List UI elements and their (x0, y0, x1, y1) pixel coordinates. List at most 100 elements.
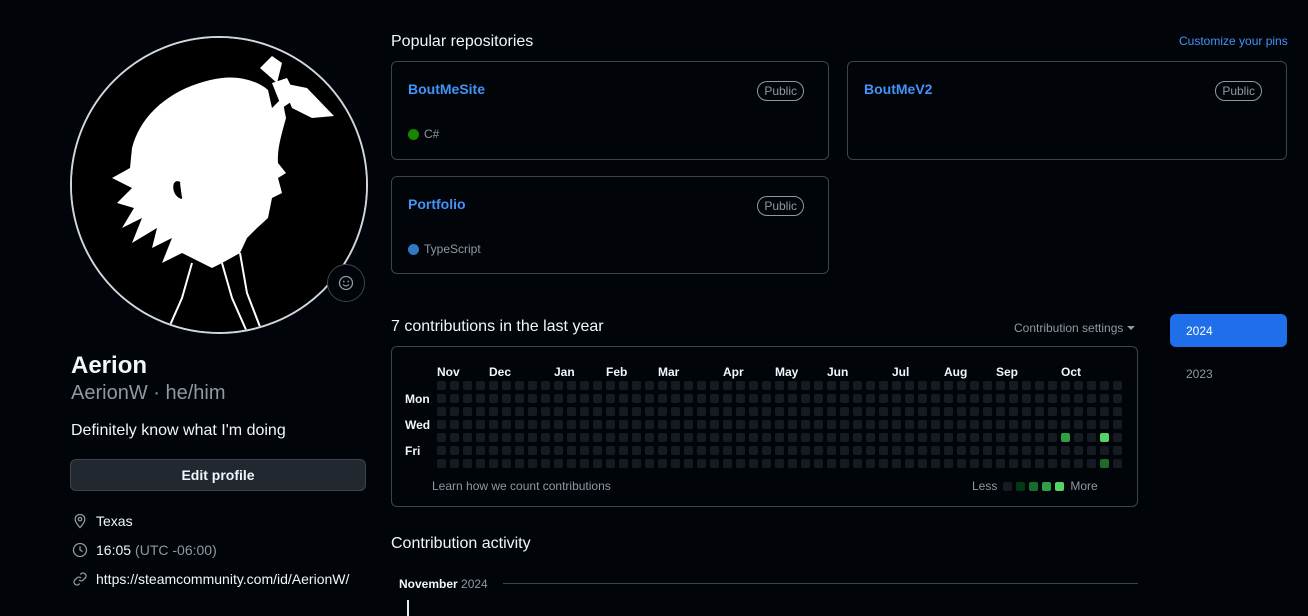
contribution-day-cell[interactable] (1035, 420, 1044, 429)
contribution-day-cell[interactable] (840, 420, 849, 429)
contribution-day-cell[interactable] (476, 407, 485, 416)
contribution-day-cell[interactable] (528, 446, 537, 455)
contribution-day-cell[interactable] (801, 394, 810, 403)
contribution-day-cell[interactable] (619, 433, 628, 442)
contribution-day-cell[interactable] (437, 446, 446, 455)
contribution-day-cell[interactable] (840, 459, 849, 468)
contribution-day-cell[interactable] (762, 446, 771, 455)
contribution-day-cell[interactable] (1100, 459, 1109, 468)
contribution-day-cell[interactable] (788, 394, 797, 403)
contribution-day-cell[interactable] (567, 394, 576, 403)
contribution-day-cell[interactable] (762, 407, 771, 416)
contribution-day-cell[interactable] (749, 381, 758, 390)
contribution-day-cell[interactable] (814, 407, 823, 416)
contribution-day-cell[interactable] (1022, 407, 1031, 416)
contribution-day-cell[interactable] (554, 381, 563, 390)
contribution-day-cell[interactable] (619, 407, 628, 416)
contribution-day-cell[interactable] (983, 446, 992, 455)
contribution-day-cell[interactable] (437, 394, 446, 403)
contribution-day-cell[interactable] (775, 394, 784, 403)
contribution-day-cell[interactable] (567, 446, 576, 455)
contribution-day-cell[interactable] (1035, 446, 1044, 455)
contribution-day-cell[interactable] (1087, 407, 1096, 416)
contribution-day-cell[interactable] (710, 433, 719, 442)
contribution-day-cell[interactable] (567, 407, 576, 416)
contribution-day-cell[interactable] (957, 459, 966, 468)
contribution-day-cell[interactable] (1022, 420, 1031, 429)
contribution-day-cell[interactable] (905, 394, 914, 403)
contribution-day-cell[interactable] (658, 420, 667, 429)
contribution-day-cell[interactable] (1061, 433, 1070, 442)
contribution-day-cell[interactable] (957, 420, 966, 429)
contribution-day-cell[interactable] (853, 433, 862, 442)
contribution-day-cell[interactable] (944, 420, 953, 429)
contribution-day-cell[interactable] (541, 433, 550, 442)
contribution-day-cell[interactable] (957, 394, 966, 403)
contribution-day-cell[interactable] (879, 459, 888, 468)
contribution-day-cell[interactable] (775, 459, 784, 468)
contribution-day-cell[interactable] (671, 381, 680, 390)
contribution-day-cell[interactable] (905, 433, 914, 442)
contribution-day-cell[interactable] (710, 446, 719, 455)
contribution-day-cell[interactable] (502, 394, 511, 403)
contribution-day-cell[interactable] (502, 420, 511, 429)
contribution-day-cell[interactable] (450, 459, 459, 468)
contribution-day-cell[interactable] (905, 459, 914, 468)
contribution-day-cell[interactable] (1009, 433, 1018, 442)
contribution-day-cell[interactable] (892, 407, 901, 416)
contribution-day-cell[interactable] (632, 433, 641, 442)
contribution-day-cell[interactable] (918, 394, 927, 403)
contribution-day-cell[interactable] (671, 394, 680, 403)
contribution-day-cell[interactable] (619, 459, 628, 468)
contribution-day-cell[interactable] (1022, 433, 1031, 442)
contribution-day-cell[interactable] (645, 394, 654, 403)
contribution-day-cell[interactable] (606, 394, 615, 403)
contribution-day-cell[interactable] (476, 433, 485, 442)
contribution-day-cell[interactable] (1087, 433, 1096, 442)
contribution-day-cell[interactable] (879, 433, 888, 442)
contribution-day-cell[interactable] (801, 433, 810, 442)
contribution-day-cell[interactable] (866, 394, 875, 403)
contribution-day-cell[interactable] (606, 381, 615, 390)
contribution-day-cell[interactable] (970, 381, 979, 390)
contribution-day-cell[interactable] (905, 446, 914, 455)
contribution-day-cell[interactable] (1074, 433, 1083, 442)
contribution-day-cell[interactable] (970, 459, 979, 468)
contribution-day-cell[interactable] (840, 407, 849, 416)
contribution-day-cell[interactable] (658, 394, 667, 403)
contribution-day-cell[interactable] (554, 407, 563, 416)
contribution-day-cell[interactable] (814, 394, 823, 403)
contribution-day-cell[interactable] (944, 407, 953, 416)
contribution-day-cell[interactable] (528, 407, 537, 416)
contribution-day-cell[interactable] (1022, 446, 1031, 455)
contribution-day-cell[interactable] (710, 381, 719, 390)
contribution-day-cell[interactable] (918, 446, 927, 455)
contribution-day-cell[interactable] (749, 394, 758, 403)
contribution-day-cell[interactable] (827, 394, 836, 403)
contribution-day-cell[interactable] (775, 381, 784, 390)
contribution-day-cell[interactable] (1009, 394, 1018, 403)
contribution-day-cell[interactable] (567, 381, 576, 390)
contribution-day-cell[interactable] (1048, 459, 1057, 468)
customize-pins-link[interactable]: Customize your pins (1179, 34, 1288, 48)
contribution-day-cell[interactable] (710, 394, 719, 403)
contribution-day-cell[interactable] (697, 420, 706, 429)
contribution-day-cell[interactable] (983, 420, 992, 429)
contribution-day-cell[interactable] (1100, 446, 1109, 455)
contribution-day-cell[interactable] (541, 394, 550, 403)
contribution-day-cell[interactable] (463, 381, 472, 390)
contribution-day-cell[interactable] (814, 433, 823, 442)
contribution-day-cell[interactable] (723, 420, 732, 429)
contribution-day-cell[interactable] (866, 459, 875, 468)
contribution-day-cell[interactable] (593, 446, 602, 455)
contribution-day-cell[interactable] (710, 420, 719, 429)
contribution-day-cell[interactable] (437, 420, 446, 429)
set-status-button[interactable] (327, 264, 365, 302)
contribution-day-cell[interactable] (554, 420, 563, 429)
contribution-day-cell[interactable] (1022, 459, 1031, 468)
contribution-day-cell[interactable] (892, 394, 901, 403)
contribution-day-cell[interactable] (892, 433, 901, 442)
contribution-day-cell[interactable] (996, 407, 1005, 416)
contribution-day-cell[interactable] (645, 433, 654, 442)
contribution-day-cell[interactable] (541, 446, 550, 455)
